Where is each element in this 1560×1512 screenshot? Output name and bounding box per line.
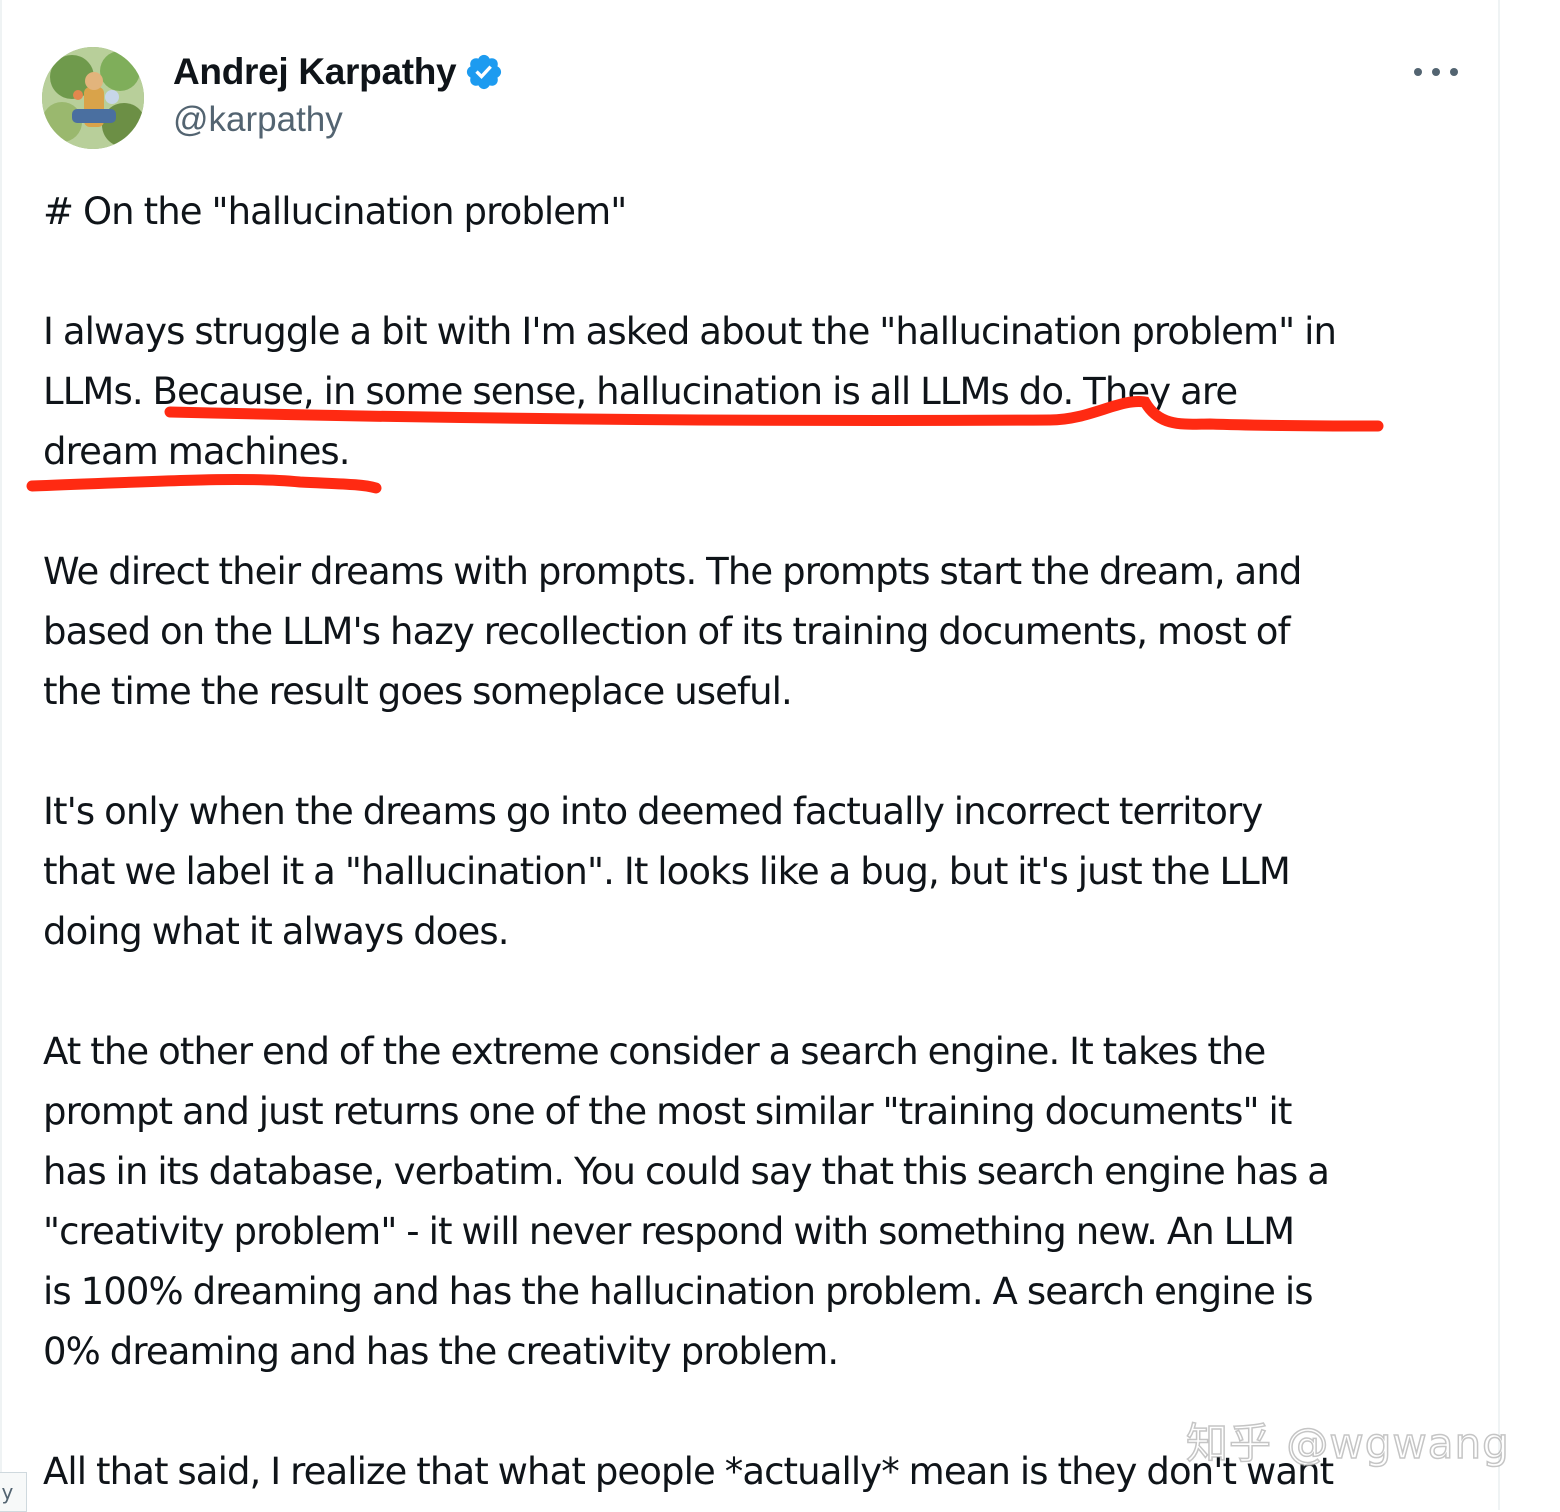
more-horizontal-icon xyxy=(1414,68,1422,76)
verified-badge-icon xyxy=(467,54,502,90)
tweet-paragraph-heading: # On the "hallucination problem" xyxy=(43,190,627,233)
tweet-paragraph: It's only when the dreams go into deemed… xyxy=(43,790,1291,953)
tweet-text: # On the "hallucination problem" I alway… xyxy=(43,182,1473,1502)
more-options-button[interactable] xyxy=(1414,58,1458,86)
tweet-paragraph: I always struggle a bit with I'm asked a… xyxy=(43,310,1337,473)
avatar[interactable] xyxy=(42,47,144,149)
author-display-name[interactable]: Andrej Karpathy xyxy=(173,51,457,93)
left-divider xyxy=(0,0,2,1510)
edge-tab[interactable]: ıy xyxy=(0,1472,27,1512)
avatar-illustration xyxy=(42,47,144,149)
author-name-row[interactable]: Andrej Karpathy xyxy=(173,48,504,96)
right-divider xyxy=(1498,0,1500,1510)
more-horizontal-icon xyxy=(1432,68,1440,76)
tweet-paragraph: At the other end of the extreme consider… xyxy=(43,1030,1330,1373)
tweet-paragraph: We direct their dreams with prompts. The… xyxy=(43,550,1302,713)
more-horizontal-icon xyxy=(1450,68,1458,76)
author-handle[interactable]: @karpathy xyxy=(173,100,343,140)
watermark: 知乎 @wgwang xyxy=(1185,1418,1510,1469)
